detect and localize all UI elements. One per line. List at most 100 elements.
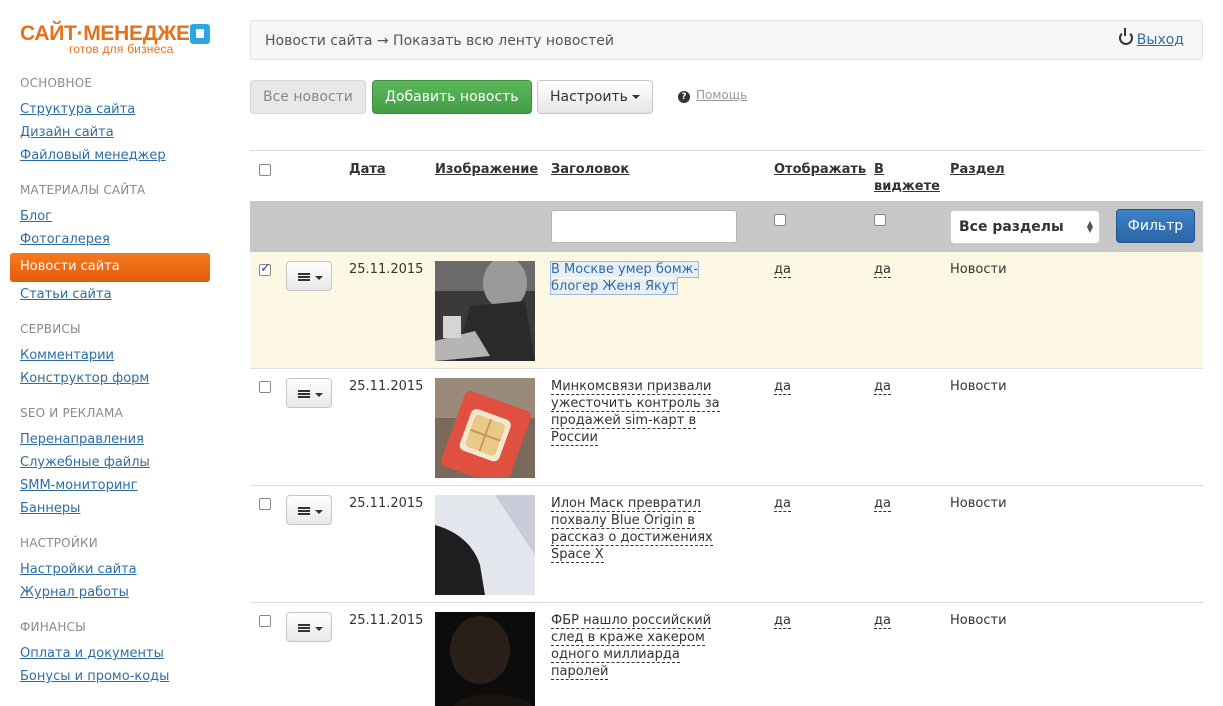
nav-section-materials: МАТЕРИАЛЫ САЙТА	[20, 183, 146, 197]
widget-filter-checkbox[interactable]	[874, 214, 886, 226]
menu-icon	[298, 624, 310, 632]
nav-item-site-settings[interactable]: Настройки сайта	[20, 562, 137, 577]
row-actions-button[interactable]	[286, 495, 332, 525]
row-title[interactable]: Илон Маск превратил похвалу Blue Origin …	[551, 495, 741, 563]
thumbnail-sim-card	[435, 378, 535, 478]
filter-row: Все разделы ▲ ▼ Фильтр	[250, 201, 1203, 252]
row-date: 25.11.2015	[349, 496, 424, 511]
table-row[interactable]: 25.11.2015 В Москве умер бомж-блогер Жен…	[250, 252, 1203, 369]
row-title[interactable]: ФБР нашло российский след в краже хакеро…	[551, 612, 741, 680]
table-row[interactable]: 25.11.2015 Илон Маск превратил похвалу B…	[250, 486, 1203, 603]
caret-down-icon	[315, 276, 323, 280]
row-thumbnail[interactable]	[435, 378, 535, 478]
help-control[interactable]: ? Помощь	[678, 88, 747, 103]
nav-item-banners[interactable]: Баннеры	[20, 501, 80, 516]
row-title-link[interactable]: Илон Маск превратил похвалу Blue Origin …	[551, 496, 713, 563]
row-date: 25.11.2015	[349, 613, 424, 628]
row-actions-button[interactable]	[286, 612, 332, 642]
site-logo[interactable]: САЙТ·МЕНЕДЖЕР готов для бизнеса	[20, 22, 220, 62]
logout-link[interactable]: Выход	[1137, 32, 1184, 48]
column-display[interactable]: Отображать	[774, 161, 866, 178]
table-row[interactable]: 25.11.2015 Минкомсвязи призвали ужесточи…	[250, 369, 1203, 486]
row-thumbnail[interactable]	[435, 612, 535, 706]
caret-down-icon	[315, 393, 323, 397]
title-filter-input[interactable]	[551, 210, 737, 243]
row-widget-toggle[interactable]: да	[874, 613, 891, 629]
nav-item-file-manager[interactable]: Файловый менеджер	[20, 148, 166, 163]
row-display-toggle[interactable]: да	[774, 613, 791, 629]
column-image[interactable]: Изображение	[435, 161, 538, 178]
menu-icon	[298, 273, 310, 281]
nav-item-smm-monitoring[interactable]: SMM-мониторинг	[20, 478, 138, 493]
row-checkbox[interactable]	[259, 261, 271, 276]
row-title-link[interactable]: ФБР нашло российский след в краже хакеро…	[551, 613, 712, 680]
select-all-checkbox[interactable]	[259, 164, 271, 176]
nav-item-comments[interactable]: Комментарии	[20, 348, 114, 363]
row-section: Новости	[950, 262, 1007, 277]
logout-control[interactable]: Выход	[1118, 28, 1184, 48]
row-display-toggle[interactable]: да	[774, 262, 791, 278]
row-section: Новости	[950, 613, 1007, 628]
row-thumbnail[interactable]	[435, 261, 535, 361]
row-date: 25.11.2015	[349, 379, 424, 394]
column-widget-line2: виджете	[874, 179, 940, 194]
configure-dropdown-button[interactable]: Настроить	[537, 80, 653, 114]
table-row[interactable]: 25.11.2015 ФБР нашло российский след в к…	[250, 603, 1203, 706]
nav-item-site-structure[interactable]: Структура сайта	[20, 102, 135, 117]
nav-section-seo: SEO И РЕКЛАМА	[20, 406, 123, 420]
caret-down-icon	[631, 95, 640, 99]
row-checkbox[interactable]	[259, 615, 271, 627]
nav-item-photo-gallery[interactable]: Фотогалерея	[20, 232, 110, 247]
nav-item-redirects[interactable]: Перенаправления	[20, 432, 144, 447]
row-display-toggle[interactable]: да	[774, 379, 791, 395]
row-section: Новости	[950, 496, 1007, 511]
nav-section-finance: ФИНАНСЫ	[20, 620, 86, 634]
column-title[interactable]: Заголовок	[551, 161, 629, 178]
nav-section-settings: НАСТРОЙКИ	[20, 536, 98, 550]
row-checkbox[interactable]	[259, 498, 271, 510]
row-thumbnail[interactable]	[435, 495, 535, 595]
row-widget-toggle[interactable]: да	[874, 379, 891, 395]
nav-item-blog[interactable]: Блог	[20, 209, 52, 224]
menu-icon	[298, 390, 310, 398]
row-widget-toggle[interactable]: да	[874, 496, 891, 512]
nav-item-bonuses-promo[interactable]: Бонусы и промо-коды	[20, 669, 169, 684]
row-checkbox[interactable]	[259, 381, 271, 393]
column-widget[interactable]: Ввиджете	[874, 161, 940, 195]
help-link[interactable]: Помощь	[696, 88, 747, 102]
column-date[interactable]: Дата	[349, 161, 386, 178]
nav-item-service-files[interactable]: Служебные файлы	[20, 455, 150, 470]
column-widget-line1: В	[874, 162, 884, 177]
row-widget-toggle[interactable]: да	[874, 262, 891, 278]
row-actions-button[interactable]	[286, 261, 332, 291]
logo-badge-icon	[190, 24, 210, 44]
row-title[interactable]: В Москве умер бомж-блогер Женя Якут	[549, 261, 741, 295]
nav-section-main: ОСНОВНОЕ	[20, 76, 93, 90]
section-select[interactable]: Все разделы ▲ ▼	[950, 210, 1100, 244]
power-icon[interactable]	[1118, 28, 1133, 45]
row-title[interactable]: Минкомсвязи призвали ужесточить контроль…	[551, 378, 741, 446]
filter-button[interactable]: Фильтр	[1116, 209, 1195, 243]
thumbnail-dark-figure	[435, 612, 535, 706]
nav-item-site-news[interactable]: Новости сайта	[10, 253, 210, 282]
row-title-link[interactable]: В Москве умер бомж-блогер Женя Якут	[549, 261, 700, 295]
table-header: Дата Изображение Заголовок Отображать Вв…	[250, 150, 1203, 201]
breadcrumb: Новости сайта → Показать всю ленту новос…	[265, 33, 614, 49]
add-news-button[interactable]: Добавить новость	[372, 80, 532, 114]
column-section[interactable]: Раздел	[950, 161, 1005, 178]
sidebar: САЙТ·МЕНЕДЖЕР готов для бизнеса ОСНОВНОЕ…	[0, 0, 230, 706]
row-display-toggle[interactable]: да	[774, 496, 791, 512]
section-select-value: Все разделы	[959, 219, 1064, 235]
news-table: Дата Изображение Заголовок Отображать Вв…	[250, 150, 1203, 706]
nav-item-payment-docs[interactable]: Оплата и документы	[20, 646, 164, 661]
row-actions-button[interactable]	[286, 378, 332, 408]
row-title-link[interactable]: Минкомсвязи призвали ужесточить контроль…	[551, 379, 720, 446]
nav-item-work-log[interactable]: Журнал работы	[20, 585, 129, 600]
caret-down-icon	[315, 510, 323, 514]
thumbnail-man-with-phone	[435, 261, 535, 361]
all-news-button[interactable]: Все новости	[250, 80, 366, 114]
nav-item-site-design[interactable]: Дизайн сайта	[20, 125, 114, 140]
display-filter-checkbox[interactable]	[774, 214, 786, 226]
nav-item-site-articles[interactable]: Статьи сайта	[20, 287, 112, 302]
nav-item-form-builder[interactable]: Конструктор форм	[20, 371, 149, 386]
